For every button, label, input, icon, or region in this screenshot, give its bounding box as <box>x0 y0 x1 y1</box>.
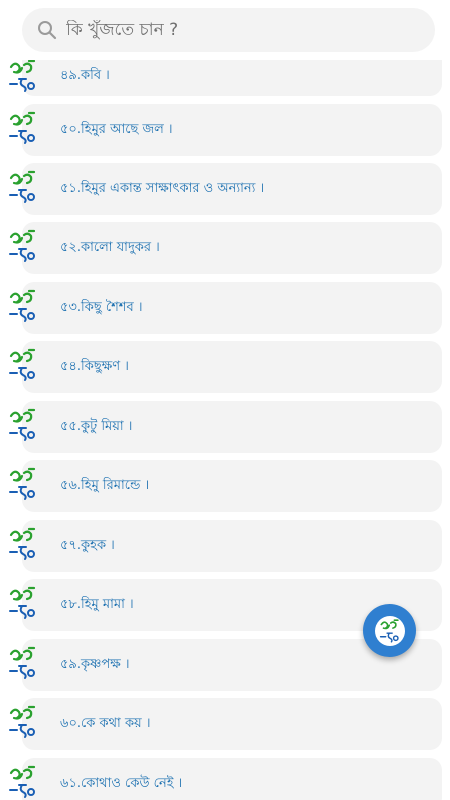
list-item-label: ৫৩.কিছু শৈশব । <box>60 300 143 315</box>
boi-tong-logo <box>8 347 38 383</box>
search-input[interactable] <box>66 20 396 40</box>
list-item-label: ৫৯.কৃষ্ণপক্ষ । <box>60 657 130 672</box>
list-item-label: ৫৭.কুহক । <box>60 538 115 553</box>
list-item[interactable]: ৬১.কোথাও কেউ নেই । <box>0 758 450 800</box>
boi-tong-logo <box>8 228 38 264</box>
list-item-label: ৫৪.কিছুক্ষণ । <box>60 359 129 374</box>
list-item[interactable]: ৫২.কালো যাদুকর । <box>0 222 450 274</box>
boi-tong-logo <box>8 526 38 562</box>
list-item[interactable]: ৫১.হিমুর একান্ত সাক্ষাৎকার ও অন্যান্য । <box>0 163 450 215</box>
list-item[interactable]: ৫৩.কিছু শৈশব । <box>0 282 450 334</box>
boi-tong-logo <box>8 169 38 205</box>
search-icon <box>36 19 58 41</box>
search-bar[interactable] <box>22 8 435 52</box>
list-item-label: ৫১.হিমুর একান্ত সাক্ষাৎকার ও অন্যান্য । <box>60 181 265 196</box>
book-list: ৪৯.কবি । ৫০.হিমুর আছে জল । ৫১.হিমুর একান… <box>0 0 450 800</box>
list-item[interactable]: ৫৪.কিছুক্ষণ । <box>0 341 450 393</box>
boi-tong-logo <box>8 288 38 324</box>
boi-tong-logo <box>8 764 38 800</box>
list-item[interactable]: ৫০.হিমুর আছে জল । <box>0 104 450 156</box>
list-item-label: ৫২.কালো যাদুকর । <box>60 240 160 255</box>
boi-tong-logo <box>374 615 405 646</box>
fab-button[interactable] <box>363 604 416 657</box>
boi-tong-logo <box>8 110 38 146</box>
boi-tong-logo <box>8 58 38 94</box>
boi-tong-logo <box>8 704 38 740</box>
boi-tong-logo <box>8 585 38 621</box>
boi-tong-logo <box>8 407 38 443</box>
boi-tong-logo <box>8 466 38 502</box>
list-item-label: ৫৬.হিমু রিমান্ডে । <box>60 478 150 493</box>
list-item-label: ৬০.কে কথা কয় । <box>60 716 151 731</box>
boi-tong-logo <box>8 645 38 681</box>
list-item-label: ৫০.হিমুর আছে জল । <box>60 122 173 137</box>
list-item[interactable]: ৫৬.হিমু রিমান্ডে । <box>0 460 450 512</box>
list-item[interactable]: ৫৭.কুহক । <box>0 520 450 572</box>
list-item-label: ৫৫.কুটু মিয়া । <box>60 419 133 434</box>
list-item[interactable]: ৫৫.কুটু মিয়া । <box>0 401 450 453</box>
list-item-label: ৫৮.হিমু মামা । <box>60 597 134 612</box>
list-item[interactable]: ৬০.কে কথা কয় । <box>0 698 450 750</box>
list-item-label: ৬১.কোথাও কেউ নেই । <box>60 776 183 791</box>
search-header <box>0 0 450 60</box>
